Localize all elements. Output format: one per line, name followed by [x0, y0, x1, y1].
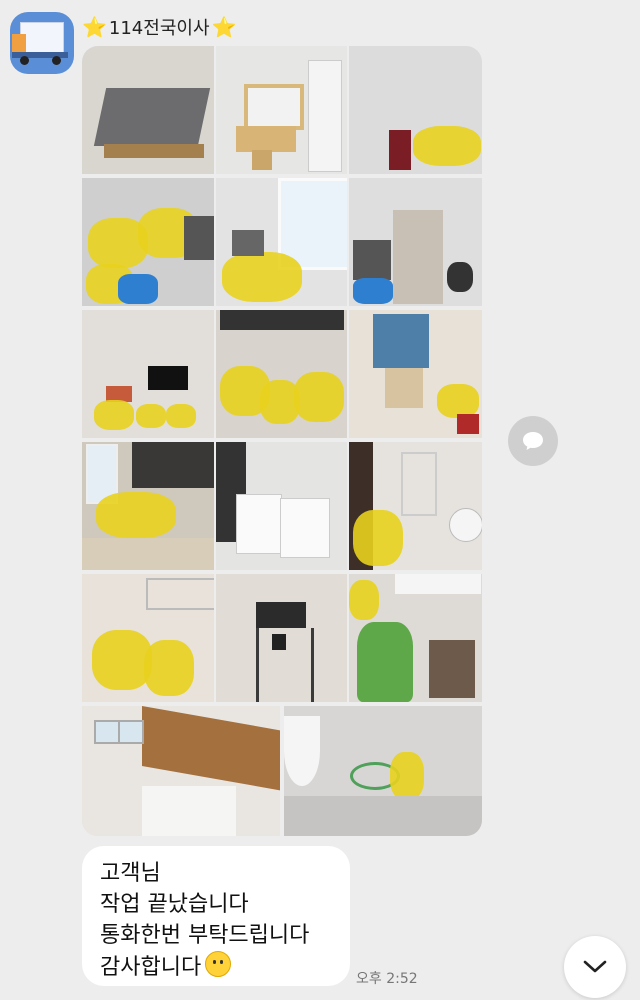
sender-name-text: 114전국이사	[108, 18, 210, 39]
photo-thumbnail[interactable]	[349, 442, 482, 570]
truck-cab	[12, 34, 26, 52]
message-line: 작업 끝났습니다	[100, 892, 249, 917]
scroll-to-bottom-button[interactable]	[564, 936, 626, 998]
photo-thumbnail[interactable]	[82, 442, 214, 570]
message-bubble[interactable]: 고객님 작업 끝났습니다 통화한번 부탁드립니다 감사합니다	[82, 846, 350, 986]
message-line: 고객님	[100, 861, 161, 886]
share-button[interactable]	[508, 416, 558, 466]
speech-bubble-icon	[523, 432, 543, 450]
photo-thumbnail[interactable]	[349, 310, 482, 438]
message-timestamp: 오후 2:52	[356, 971, 418, 987]
photo-thumbnail[interactable]	[349, 574, 482, 702]
star-icon: ⭐	[82, 15, 107, 39]
photo-thumbnail[interactable]	[216, 46, 347, 174]
sender-name: ⭐ 114전국이사 ⭐	[82, 14, 236, 40]
wheel	[52, 56, 61, 65]
truck-box	[20, 22, 64, 54]
photo-thumbnail[interactable]	[216, 442, 347, 570]
photo-thumbnail[interactable]	[216, 178, 347, 306]
photo-thumbnail[interactable]	[82, 46, 214, 174]
message-line-last: 감사합니다	[100, 951, 332, 983]
photo-thumbnail[interactable]	[82, 574, 214, 702]
message-line: 통화한번 부탁드립니다	[100, 923, 310, 948]
photo-thumbnail[interactable]	[82, 310, 214, 438]
photo-thumbnail[interactable]	[216, 574, 347, 702]
wheel	[20, 56, 29, 65]
message-line-text: 감사합니다	[100, 955, 202, 980]
photo-thumbnail[interactable]	[349, 178, 482, 306]
star-icon: ⭐	[211, 15, 237, 39]
photo-thumbnail[interactable]	[82, 706, 280, 836]
photo-thumbnail[interactable]	[349, 46, 482, 174]
chevron-down-icon	[583, 960, 607, 973]
photo-thumbnail[interactable]	[216, 310, 347, 438]
photo-thumbnail[interactable]	[284, 706, 482, 836]
photo-thumbnail[interactable]	[82, 178, 214, 306]
sender-avatar[interactable]	[10, 12, 74, 74]
smiling-face-icon	[205, 951, 232, 977]
photo-grid[interactable]	[82, 46, 482, 836]
